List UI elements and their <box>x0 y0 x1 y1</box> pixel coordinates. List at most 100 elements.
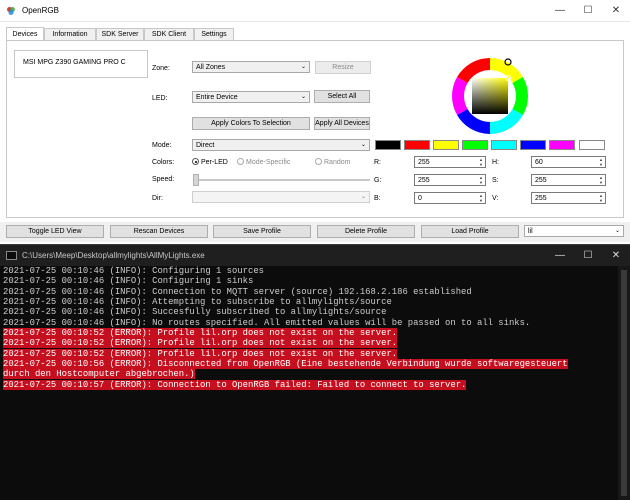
led-label: LED: <box>152 95 168 102</box>
chevron-down-icon: ⌄ <box>300 64 306 70</box>
chevron-down-icon: ⌄ <box>300 94 306 100</box>
save-profile-button[interactable]: Save Profile <box>213 225 311 238</box>
swatch-red[interactable] <box>404 140 430 150</box>
slider-handle[interactable] <box>193 174 199 186</box>
console-error-text: 2021-07-25 00:10:52 (ERROR): Profile lil… <box>3 338 398 349</box>
v-input[interactable]: 255 ▲ ▼ <box>531 192 606 204</box>
swatch-white[interactable] <box>579 140 605 150</box>
select-all-button[interactable]: Select All <box>314 90 370 103</box>
console-info-text: 2021-07-25 00:10:46 (INFO): Configuring … <box>3 276 254 287</box>
swatch-cyan[interactable] <box>491 140 517 150</box>
chevron-down-icon: ⌄ <box>360 142 366 148</box>
s-value: 255 <box>535 177 547 184</box>
speed-slider[interactable] <box>193 174 370 186</box>
spin-arrows-icon[interactable]: ▲ ▼ <box>597 157 605 167</box>
radio-dot-icon <box>192 158 199 165</box>
console-title: C:\Users\Meep\Desktop\allmylights\AllMyL… <box>22 251 205 260</box>
mode-select-value: Direct <box>196 142 215 149</box>
console-minimize-button[interactable]: — <box>546 245 574 267</box>
h-input[interactable]: 60 ▲ ▼ <box>531 156 606 168</box>
chevron-down-icon: ⌄ <box>360 194 366 200</box>
speed-label: Speed: <box>152 176 175 183</box>
swatch-blue[interactable] <box>520 140 546 150</box>
console-close-button[interactable]: ✕ <box>602 245 630 267</box>
zone-select[interactable]: All Zones ⌄ <box>192 61 310 73</box>
b-label: B: <box>374 195 381 202</box>
openrgb-window: OpenRGB — ☐ ✕ Devices Information SDK Se… <box>0 0 630 500</box>
device-list-item[interactable]: MSI MPG Z390 GAMING PRO C <box>23 59 126 66</box>
console-error-text: 2021-07-25 00:10:56 (ERROR): Disconnecte… <box>3 359 568 370</box>
led-select-value: Entire Device <box>196 94 238 101</box>
r-input[interactable]: 255 ▲ ▼ <box>414 156 486 168</box>
mode-select[interactable]: Direct ⌄ <box>192 139 370 151</box>
console-info-text: 2021-07-25 00:10:46 (INFO): Connection t… <box>3 286 472 297</box>
apply-all-devices-button[interactable]: Apply All Devices <box>314 117 370 130</box>
resize-button[interactable]: Resize <box>315 61 371 74</box>
s-input[interactable]: 255 ▲ ▼ <box>531 174 606 186</box>
colors-label: Colors: <box>152 159 175 166</box>
console-line: 2021-07-25 00:10:46 (INFO): Connection t… <box>3 287 630 297</box>
console-error-text: durch den Hostcomputer abgebrochen.) <box>3 369 195 380</box>
console-info-text: 2021-07-25 00:10:46 (INFO): No routes sp… <box>3 317 531 328</box>
h-label: H: <box>492 159 499 166</box>
rescan-devices-button[interactable]: Rescan Devices <box>110 225 208 238</box>
spin-arrows-icon[interactable]: ▲ ▼ <box>597 193 605 203</box>
console-line: 2021-07-25 00:10:46 (INFO): Configuring … <box>3 276 630 286</box>
radio-mode-specific[interactable]: Mode-Specific <box>237 158 290 166</box>
radio-per-led-label: Per-LED <box>201 159 228 166</box>
console-line: 2021-07-25 00:10:52 (ERROR): Profile lil… <box>3 348 630 359</box>
console-maximize-button[interactable]: ☐ <box>574 245 602 267</box>
radio-dot-icon <box>237 158 244 165</box>
console-line: 2021-07-25 00:10:56 (ERROR): Disconnecte… <box>3 359 630 370</box>
console-info-text: 2021-07-25 00:10:46 (INFO): Attempting t… <box>3 297 392 308</box>
console-line: 2021-07-25 00:10:52 (ERROR): Profile lil… <box>3 328 630 339</box>
spin-arrows-icon[interactable]: ▲ ▼ <box>477 193 485 203</box>
spin-arrows-icon[interactable]: ▲ ▼ <box>477 175 485 185</box>
zone-label: Zone: <box>152 65 170 72</box>
b-value: 0 <box>418 195 422 202</box>
apply-colors-button[interactable]: Apply Colors To Selection <box>192 117 310 130</box>
window-title: OpenRGB <box>22 6 59 15</box>
console-title-bar: C:\Users\Meep\Desktop\allmylights\AllMyL… <box>0 244 630 266</box>
radio-dot-icon <box>315 158 322 165</box>
swatch-black[interactable] <box>375 140 401 150</box>
toggle-led-view-button[interactable]: Toggle LED View <box>6 225 104 238</box>
console-line: 2021-07-25 00:10:52 (ERROR): Profile lil… <box>3 338 630 349</box>
swatch-green[interactable] <box>462 140 488 150</box>
swatch-magenta[interactable] <box>549 140 575 150</box>
profile-select-value: lil <box>528 228 533 235</box>
swatch-yellow[interactable] <box>433 140 459 150</box>
console-output[interactable]: 2021-07-25 00:10:46 (INFO): Configuring … <box>0 266 630 500</box>
r-label: R: <box>374 159 381 166</box>
close-button[interactable]: ✕ <box>602 0 630 22</box>
s-label: S: <box>492 177 499 184</box>
v-label: V: <box>492 195 499 202</box>
console-scrollbar[interactable] <box>618 266 630 500</box>
g-input[interactable]: 255 ▲ ▼ <box>414 174 486 186</box>
radio-per-led[interactable]: Per-LED <box>192 158 228 166</box>
radio-mode-specific-label: Mode-Specific <box>246 159 291 166</box>
spin-arrows-icon[interactable]: ▲ ▼ <box>477 157 485 167</box>
h-value: 60 <box>535 159 543 166</box>
delete-profile-button[interactable]: Delete Profile <box>317 225 415 238</box>
dir-select[interactable]: ⌄ <box>192 191 370 203</box>
minimize-button[interactable]: — <box>546 0 574 22</box>
r-value: 255 <box>418 159 430 166</box>
scrollbar-thumb[interactable] <box>621 270 627 496</box>
console-line: durch den Hostcomputer abgebrochen.) <box>3 369 630 380</box>
zone-select-value: All Zones <box>196 64 226 71</box>
radio-random[interactable]: Random <box>315 158 350 166</box>
profile-select[interactable]: lil ⌄ <box>524 225 624 237</box>
spin-arrows-icon[interactable]: ▲ ▼ <box>597 175 605 185</box>
b-input[interactable]: 0 ▲ ▼ <box>414 192 486 204</box>
color-wheel[interactable] <box>450 56 530 136</box>
openrgb-logo-icon <box>7 7 15 15</box>
chevron-down-icon: ⌄ <box>614 228 620 234</box>
tab-devices[interactable]: Devices <box>6 27 44 41</box>
maximize-button[interactable]: ☐ <box>574 0 602 22</box>
led-select[interactable]: Entire Device ⌄ <box>192 91 310 103</box>
console-line: 2021-07-25 00:10:46 (INFO): Configuring … <box>3 266 630 276</box>
radio-random-label: Random <box>324 159 351 166</box>
load-profile-button[interactable]: Load Profile <box>421 225 519 238</box>
device-list[interactable]: MSI MPG Z390 GAMING PRO C <box>14 50 148 78</box>
